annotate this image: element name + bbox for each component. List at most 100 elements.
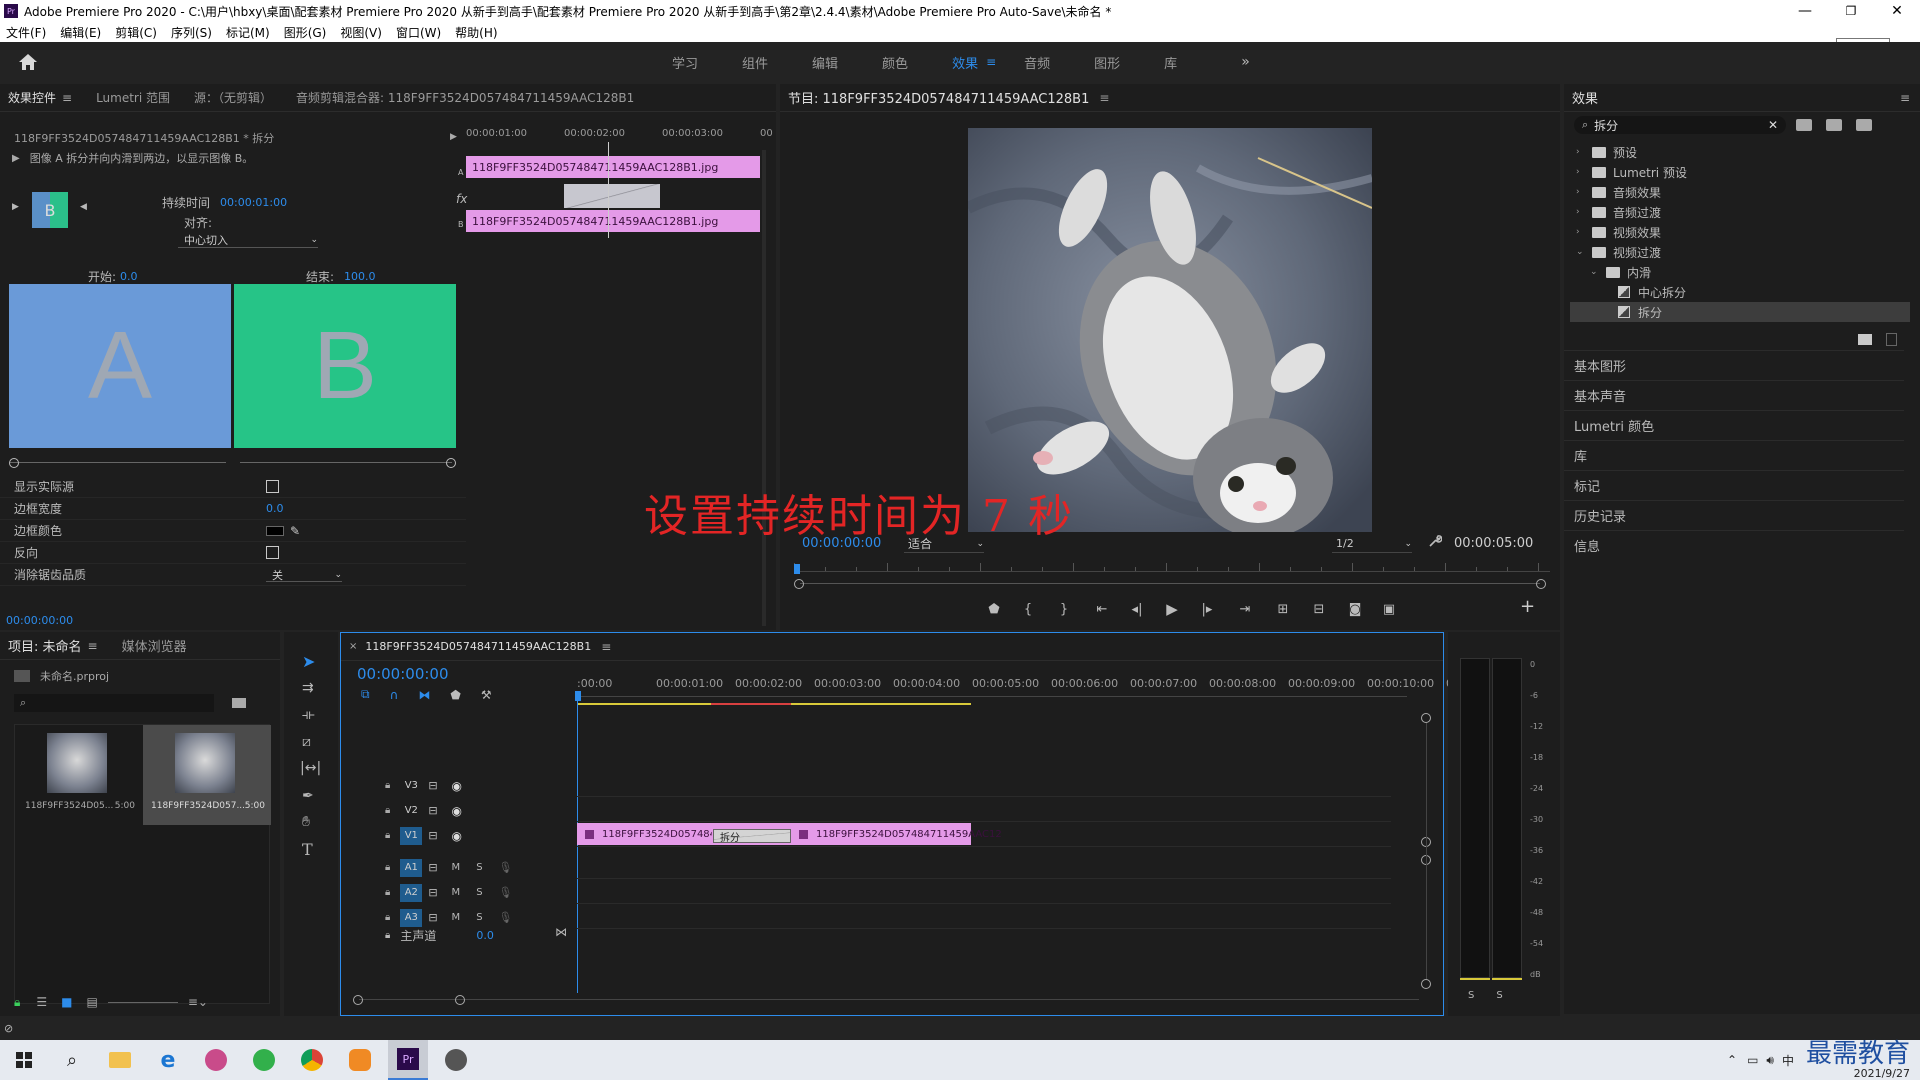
play-icon[interactable]: ▶ [1154, 600, 1190, 618]
track-target-button[interactable]: A2 [400, 883, 423, 902]
button-editor-icon[interactable]: + [1520, 596, 1535, 617]
mini-transition-block[interactable] [564, 184, 660, 208]
color-swatch[interactable] [266, 526, 284, 536]
timeline-h-scroll-track[interactable] [359, 999, 1419, 1000]
eye-icon[interactable]: ◉ [452, 829, 462, 843]
app-icon-1[interactable] [196, 1040, 236, 1080]
side-panel-item[interactable]: 基本图形 [1564, 350, 1904, 380]
sync-lock-icon[interactable]: ⊟ [428, 886, 437, 899]
sync-lock-icon[interactable]: ⊟ [428, 804, 437, 817]
add-marker-icon[interactable]: ⬟ [976, 602, 1012, 617]
menu-item[interactable]: 剪辑(C) [115, 24, 157, 41]
side-panel-item[interactable]: 信息 [1564, 530, 1904, 560]
add-marker-icon[interactable]: ⬟ [450, 688, 460, 702]
mute-button[interactable]: M [452, 887, 461, 898]
effects-tree-item[interactable]: › 预设 [1570, 142, 1910, 162]
microphone-icon[interactable]: 🎙︎ [499, 911, 513, 924]
menu-item[interactable]: 标记(M) [226, 24, 270, 41]
new-bin-from-search-icon[interactable] [232, 698, 246, 708]
step-back-icon[interactable]: ◂| [1120, 602, 1154, 617]
lock-icon[interactable]: 🔒︎ [385, 930, 390, 941]
delete-icon[interactable] [1886, 333, 1897, 346]
sync-lock-icon[interactable]: ⊟ [428, 779, 437, 792]
timeline-timecode[interactable]: 00:00:00:00 [357, 665, 449, 683]
expand-arrow-icon[interactable]: ▶ [12, 153, 20, 164]
menu-item[interactable]: 图形(G) [284, 24, 327, 41]
home-icon[interactable] [18, 52, 38, 72]
chevron-right-icon[interactable]: › [1576, 227, 1586, 237]
side-panel-item[interactable]: 库 [1564, 440, 1904, 470]
chevron-right-icon[interactable]: › [1576, 207, 1586, 217]
panel-menu-icon[interactable]: ≡ [1099, 91, 1109, 105]
track-lane[interactable] [577, 773, 1391, 797]
timeline-settings-icon[interactable]: ⚒ [481, 688, 492, 702]
freeform-view-icon[interactable]: ▤ [87, 995, 98, 1009]
lock-icon[interactable]: 🔒︎ [385, 862, 390, 873]
program-zoom-track[interactable] [800, 583, 1540, 584]
effects-tab-title[interactable]: 效果 [1572, 88, 1598, 107]
icon-view-icon[interactable]: ■ [61, 995, 72, 1009]
timeline-v-scroll-bottom[interactable] [1421, 979, 1431, 989]
effects-tree-item[interactable]: ⌄ 视频过渡 [1570, 242, 1910, 262]
app-icon-2[interactable] [244, 1040, 284, 1080]
extract-icon[interactable]: ⊟ [1300, 602, 1338, 617]
program-zoom-right-handle[interactable] [1536, 579, 1546, 589]
timeline-playhead-head[interactable] [575, 691, 581, 701]
project-item-2[interactable]: 118F9FF3524D057... 5:00 [143, 725, 271, 825]
alignment-select[interactable]: 中心切入 ⌄ [178, 232, 318, 248]
comparison-view-icon[interactable]: ▣ [1372, 602, 1406, 617]
lift-icon[interactable]: ⊞ [1266, 602, 1300, 617]
timeline-ruler[interactable]: :00:00 00:00:01:00 00:00:02:00 00:00:03:00 0… [577, 673, 1453, 693]
microphone-icon[interactable]: 🎙︎ [499, 886, 513, 899]
premiere-taskbar-icon[interactable]: Pr [388, 1040, 428, 1080]
tray-chevron-icon[interactable]: ⌃ [1727, 1053, 1737, 1067]
32bit-effects-icon[interactable] [1826, 119, 1842, 131]
menu-item[interactable]: 编辑(E) [60, 24, 101, 41]
effects-tree-item[interactable]: › 音频过渡 [1570, 202, 1910, 222]
go-to-end-icon[interactable]: ⋈ [555, 925, 567, 939]
panel-menu-icon[interactable]: ≡ [986, 55, 996, 69]
lock-icon[interactable]: 🔒︎ [385, 780, 390, 791]
end-value[interactable]: 100.0 [344, 270, 376, 283]
menu-item[interactable]: 窗口(W) [396, 24, 441, 41]
lock-icon[interactable]: 🔒︎ [385, 805, 390, 816]
eye-icon[interactable]: ◉ [452, 779, 462, 793]
program-playhead[interactable] [794, 564, 800, 574]
menu-item[interactable]: 文件(F) [6, 24, 46, 41]
solo-right-button[interactable]: S [1496, 990, 1502, 1001]
new-bin-icon[interactable] [1858, 334, 1872, 345]
lock-icon[interactable]: 🔒︎ [14, 995, 20, 1010]
program-zoom-left-handle[interactable] [794, 579, 804, 589]
timeline-transition[interactable]: 拆分 [713, 829, 791, 844]
effects-tree-item[interactable]: › 音频效果 [1570, 182, 1910, 202]
yuv-effects-icon[interactable] [1856, 119, 1872, 131]
file-explorer-icon[interactable] [100, 1040, 140, 1080]
effects-tree-item[interactable]: › 视频效果 [1570, 222, 1910, 242]
mute-button[interactable]: M [452, 912, 461, 923]
minimize-button[interactable]: — [1782, 3, 1828, 19]
workspace-tab[interactable]: 库 [1164, 53, 1177, 72]
pen-tool-icon[interactable]: ✒ [302, 788, 314, 804]
chevron-right-icon[interactable]: › [1576, 187, 1586, 197]
go-to-in-icon[interactable]: ⇤ [1084, 602, 1120, 617]
accelerated-effects-icon[interactable] [1796, 119, 1812, 131]
eyedropper-icon[interactable]: ✎ [290, 524, 300, 538]
workspace-tab[interactable]: 学习 [672, 53, 698, 72]
track-lane[interactable] [577, 880, 1391, 904]
volume-icon[interactable]: 🔊︎ [1766, 1053, 1774, 1068]
workspace-tab[interactable]: 颜色 [882, 53, 908, 72]
workspace-tab[interactable]: 效果 [952, 53, 978, 72]
ripple-edit-tool-icon[interactable]: ⟛ [302, 707, 315, 723]
nest-icon[interactable]: ⧉ [361, 687, 370, 702]
zoom-slider[interactable] [107, 1001, 178, 1003]
mini-clip-a[interactable]: 118F9FF3524D057484711459AAC128B1.jpg [466, 156, 760, 178]
sort-icon[interactable]: ≡⌄ [188, 995, 208, 1009]
mini-scrollbar-vertical[interactable] [762, 150, 766, 626]
panel-menu-icon[interactable]: ≡ [62, 91, 72, 105]
program-ruler[interactable] [794, 562, 1550, 572]
menu-item[interactable]: 序列(S) [171, 24, 212, 41]
mini-playhead[interactable] [608, 142, 609, 238]
effect-controls-tab[interactable]: 效果控件 [8, 89, 56, 106]
wrench-icon[interactable] [1428, 534, 1443, 548]
start-slider[interactable] [10, 462, 226, 463]
